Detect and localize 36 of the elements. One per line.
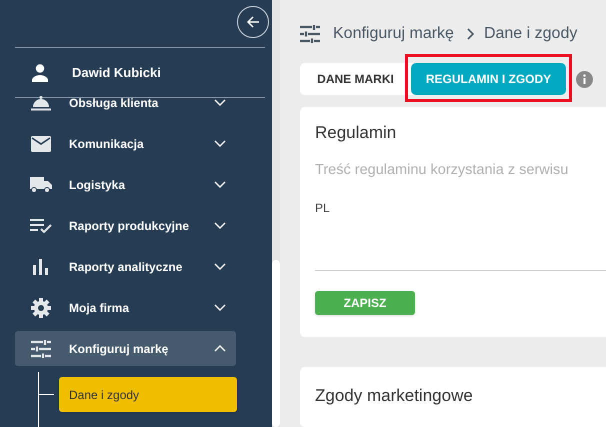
card-title: Regulamin <box>315 122 398 144</box>
chevron-down-icon <box>214 99 226 106</box>
menu-item[interactable]: Raporty analityczne <box>15 249 236 284</box>
chevron-right-icon <box>466 28 474 40</box>
info-icon <box>576 70 593 88</box>
bell-icon <box>31 94 51 110</box>
chevron-up-icon <box>214 345 226 352</box>
menu-item[interactable]: Logistyka <box>15 167 236 202</box>
person-icon <box>31 64 49 82</box>
back-button[interactable] <box>237 6 269 38</box>
checklist-icon <box>30 218 52 232</box>
language-label: PL <box>315 200 330 215</box>
sliders-icon <box>300 25 320 43</box>
chevron-down-icon <box>214 304 226 311</box>
bar-chart-icon <box>33 258 49 274</box>
menu-item[interactable]: Konfiguruj markę <box>15 331 236 366</box>
submenu-item[interactable]: Dane i zgody <box>59 377 237 412</box>
menu-item[interactable]: Komunikacja <box>15 126 236 161</box>
sliders-icon <box>31 340 51 358</box>
arrow-left-icon <box>245 14 261 30</box>
truck-icon <box>30 176 52 192</box>
chevron-down-icon <box>214 181 226 188</box>
menu-item[interactable]: Obsługa klienta <box>15 85 236 120</box>
language-editor[interactable]: PL <box>315 196 606 271</box>
chevron-down-icon <box>214 222 226 229</box>
breadcrumb-current: Dane i zgody <box>484 24 578 44</box>
card-title: Zgody marketingowe <box>315 385 474 407</box>
terms-input[interactable]: Treść regulaminu korzystania z serwisu <box>315 160 606 182</box>
envelope-icon <box>31 136 51 152</box>
chevron-down-icon <box>214 263 226 270</box>
breadcrumb-link[interactable]: Konfiguruj markę <box>333 22 454 46</box>
menu-item[interactable]: Raporty produkcyjne <box>15 208 236 243</box>
chevron-down-icon <box>214 140 226 147</box>
gear-icon <box>31 298 51 318</box>
user-name: Dawid Kubicki <box>72 64 161 82</box>
menu-item[interactable]: Moja firma <box>15 290 236 325</box>
